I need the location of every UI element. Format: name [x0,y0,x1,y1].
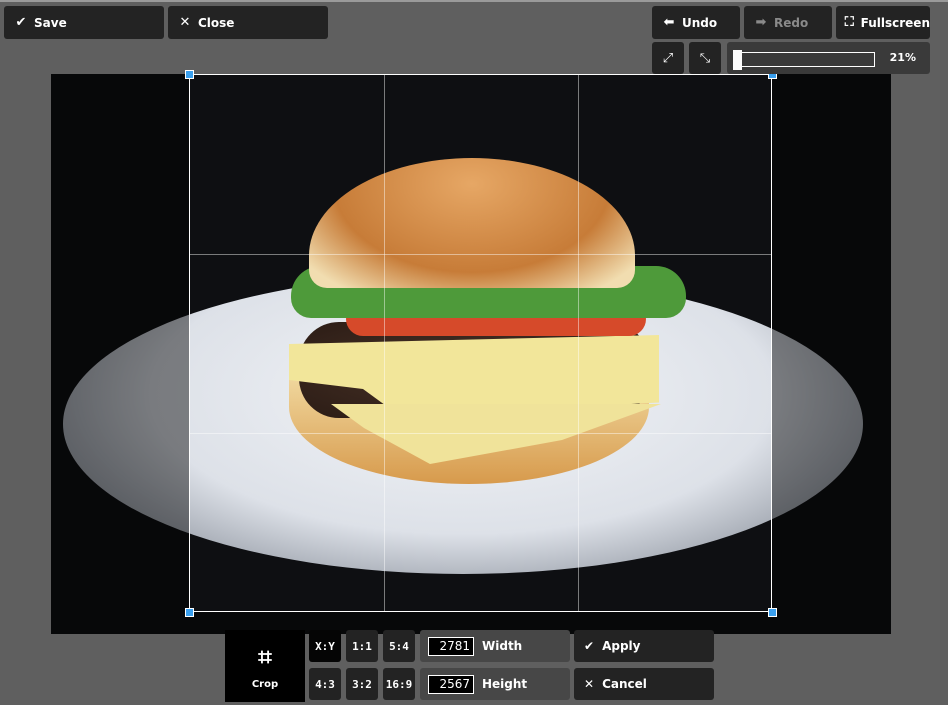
cancel-label: Cancel [602,677,647,691]
height-label: Height [482,677,528,691]
width-input[interactable] [428,636,474,656]
arrow-right-icon: ➡ [755,15,767,30]
ratio-xy[interactable]: X:Y [309,630,341,662]
ratio-16-9[interactable]: 16:9 [383,668,415,700]
redo-button[interactable]: ➡ Redo [744,6,832,39]
height-input[interactable] [428,674,474,694]
save-label: Save [34,15,67,30]
redo-label: Redo [774,15,809,30]
crop-handle-bottom-left[interactable] [185,608,194,617]
check-icon: ✔ [584,639,595,653]
crop-toolbar: ⌗ Crop X:Y 1:1 5:4 4:3 3:2 16:9 Width He… [225,630,714,702]
save-button[interactable]: ✔ Save [4,6,164,39]
crop-mask-left [51,74,189,634]
undo-button[interactable]: ⬅ Undo [652,6,740,39]
ratio-3-2[interactable]: 3:2 [346,668,378,700]
check-icon: ✔ [15,15,27,30]
crop-icon: ⌗ [258,642,272,671]
crop-mask-right [772,74,891,634]
zoom-slider[interactable]: 21% [727,42,930,74]
close-icon: ✕ [179,15,191,30]
crop-handle-top-left[interactable] [185,70,194,79]
shrink-icon: ⤡ [699,50,711,66]
close-icon: ✕ [584,677,595,691]
crop-label: Crop [251,678,279,690]
zoom-slider-thumb[interactable] [733,50,742,70]
top-border [0,0,948,2]
zoom-out-fit-button[interactable]: ⤡ [689,42,721,74]
close-button[interactable]: ✕ Close [168,6,328,39]
apply-button[interactable]: ✔ Apply [574,630,714,662]
crop-box[interactable] [189,74,772,612]
close-label: Close [198,15,235,30]
width-row: Width [420,630,570,662]
cancel-button[interactable]: ✕ Cancel [574,668,714,700]
ratio-1-1[interactable]: 1:1 [346,630,378,662]
expand-icon: ⤢ [662,50,674,66]
crop-handle-bottom-right[interactable] [768,608,777,617]
apply-label: Apply [602,639,641,653]
zoom-percent: 21% [889,51,916,64]
arrow-left-icon: ⬅ [663,15,675,30]
ratio-4-3[interactable]: 4:3 [309,668,341,700]
ratio-5-4[interactable]: 5:4 [383,630,415,662]
fullscreen-icon: ⛶ [844,15,854,30]
zoom-in-fit-button[interactable]: ⤢ [652,42,684,74]
width-label: Width [482,639,523,653]
undo-label: Undo [682,15,718,30]
fullscreen-button[interactable]: ⛶ Fullscreen [836,6,930,39]
crop-button[interactable]: ⌗ Crop [225,630,305,702]
fullscreen-label: Fullscreen [860,15,930,30]
zoom-slider-track[interactable] [735,52,875,67]
height-row: Height [420,668,570,700]
